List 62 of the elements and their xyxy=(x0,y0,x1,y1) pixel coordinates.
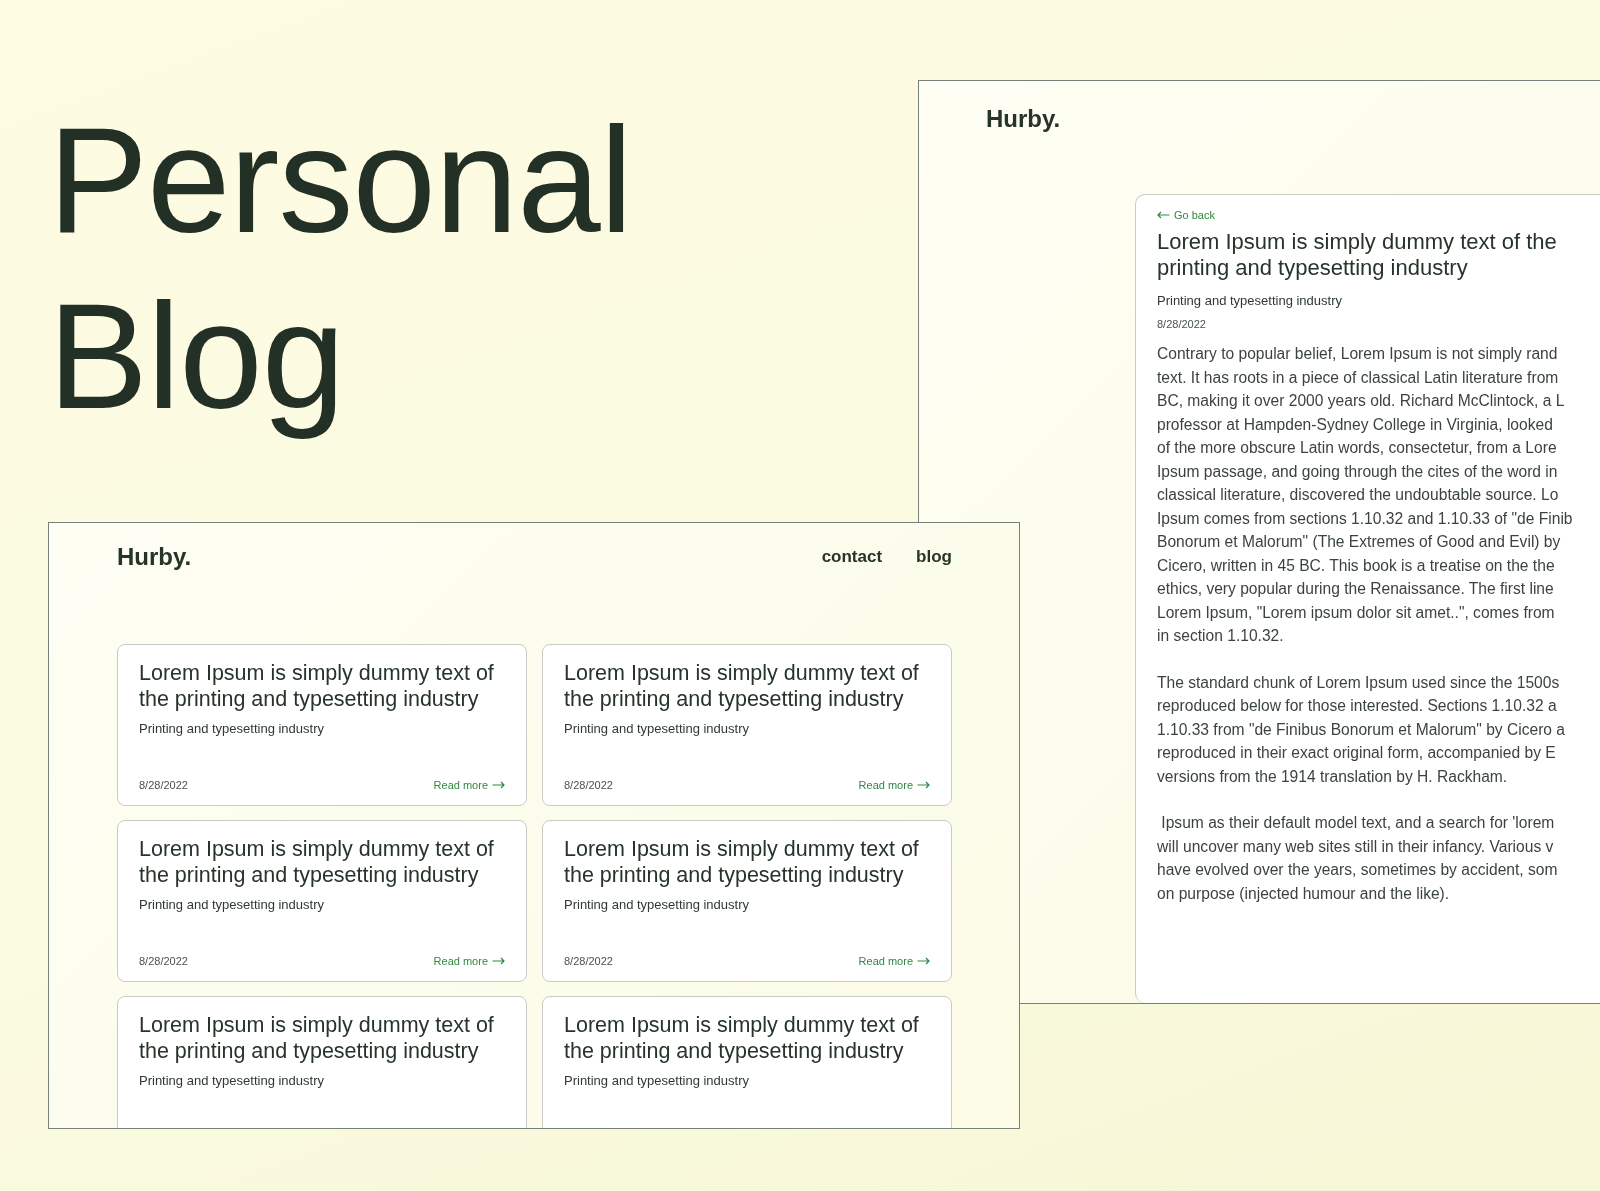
read-more-link[interactable]: Read more xyxy=(433,955,505,967)
article-text-line: professor at Hampden-Sydney College in Virginia, looked xyxy=(1157,414,1554,435)
post-title: Lorem Ipsum is simply dummy text of the printing and typesetting industry xyxy=(139,660,495,712)
article-text-line: text. It has roots in a piece of classical Latin literature from xyxy=(1157,367,1560,388)
site-logo: Hurby. xyxy=(117,543,192,571)
post-date: 8/28/2022 xyxy=(139,955,188,967)
arrow-right-icon xyxy=(917,957,930,965)
post-card[interactable]: Lorem Ipsum is simply dummy text of the printing and typesetting industry Printing and typesetting industry 8/28/2022 Read more xyxy=(542,644,952,806)
read-more-link[interactable]: Read more xyxy=(858,955,930,967)
read-more-link[interactable]: Read more xyxy=(858,779,930,791)
site-logo: Hurby. xyxy=(986,105,1062,133)
article-text-line: of the more obscure Latin words, consectetur, from a Lore xyxy=(1157,438,1558,458)
article-text-line: Lorem Ipsum, "Lorem ipsum dolor sit amet..", comes from xyxy=(1157,602,1556,623)
article-text-line: Bonorum et Malorum" (The Extremes of Good and Evil) by xyxy=(1157,532,1562,552)
article-text-line: in section 1.10.32. xyxy=(1157,626,1285,646)
article-text-line: ethics, very popular during the Renaissance. The first line xyxy=(1157,579,1555,599)
article-text-line: reproduced in their exact original form, accompanied by E xyxy=(1157,743,1557,763)
article-text-line: Ipsum comes from sections 1.10.32 and 1.10.33 of "de Finib xyxy=(1157,508,1574,529)
post-subtitle: Printing and typesetting industry xyxy=(139,1073,325,1088)
arrow-left-icon xyxy=(1157,211,1170,219)
post-title: Lorem Ipsum is simply dummy text of the printing and typesetting industry xyxy=(139,1012,495,1064)
article-text-line: Ipsum passage, and going through the cites of the word in xyxy=(1157,461,1559,482)
arrow-right-icon xyxy=(917,781,930,789)
post-card[interactable]: Lorem Ipsum is simply dummy text of the printing and typesetting industry Printing and typesetting industry 8/28/2022 Read more xyxy=(542,820,952,982)
article-text-line: have evolved over the years, sometimes by accident, som xyxy=(1157,860,1559,880)
post-title: Lorem Ipsum is simply dummy text of the printing and typesetting industry xyxy=(564,836,920,888)
page-headline: Personal Blog xyxy=(48,95,633,442)
post-subtitle: Printing and typesetting industry xyxy=(139,721,325,736)
post-date: 8/28/2022 xyxy=(564,955,613,967)
article-title: Lorem Ipsum is simply dummy text of the printing and typesetting industry xyxy=(1157,229,1558,281)
article-text-line: reproduced below for those interested. Sections 1.10.32 a xyxy=(1157,696,1558,716)
article-text-line: The standard chunk of Lorem Ipsum used since the 1500s xyxy=(1157,672,1561,693)
article-subtitle: Printing and typesetting industry xyxy=(1157,293,1343,308)
post-card[interactable]: Lorem Ipsum is simply dummy text of the printing and typesetting industry Printing and typesetting industry xyxy=(117,996,527,1128)
article-text-line: Contrary to popular belief, Lorem Ipsum is not simply rand xyxy=(1157,344,1559,364)
post-subtitle: Printing and typesetting industry xyxy=(564,1073,750,1088)
go-back-link[interactable]: Go back xyxy=(1157,209,1215,221)
post-subtitle: Printing and typesetting industry xyxy=(564,721,750,736)
arrow-right-icon xyxy=(492,781,505,789)
post-card[interactable]: Lorem Ipsum is simply dummy text of the printing and typesetting industry Printing and typesetting industry 8/28/2022 Read more xyxy=(117,820,527,982)
nav-link[interactable]: blog xyxy=(916,547,952,567)
post-title: Lorem Ipsum is simply dummy text of the printing and typesetting industry xyxy=(564,1012,920,1064)
arrow-right-icon xyxy=(492,957,505,965)
article-text-line: will uncover many web sites still in their infancy. Various v xyxy=(1157,836,1555,857)
article-text-line: BC, making it over 2000 years old. Richard McClintock, a L xyxy=(1157,391,1566,411)
post-card[interactable]: Lorem Ipsum is simply dummy text of the printing and typesetting industry Printing and typesetting industry 8/28/2022 Read more xyxy=(117,644,527,806)
nav-link[interactable]: contact xyxy=(821,547,883,567)
post-title: Lorem Ipsum is simply dummy text of the printing and typesetting industry xyxy=(139,836,495,888)
article-date: 8/28/2022 xyxy=(1157,318,1207,330)
post-date: 8/28/2022 xyxy=(564,779,613,791)
article-text-line: versions from the 1914 translation by H. Rackham. xyxy=(1157,766,1509,787)
post-subtitle: Printing and typesetting industry xyxy=(139,897,325,912)
read-more-link[interactable]: Read more xyxy=(433,779,505,791)
article-text-line: Cicero, written in 45 BC. This book is a treatise on the the xyxy=(1157,555,1556,576)
article-text-line: 1.10.33 from "de Finibus Bonorum et Malorum" by Cicero a xyxy=(1157,719,1567,740)
article-text-line: classical literature, discovered the undoubtable source. Lo xyxy=(1157,485,1560,505)
article-text-line: on purpose (injected humour and the like). xyxy=(1157,883,1451,904)
post-title: Lorem Ipsum is simply dummy text of the printing and typesetting industry xyxy=(564,660,920,712)
post-date: 8/28/2022 xyxy=(139,779,188,791)
article-text-line: Ipsum as their default model text, and a search for 'lorem xyxy=(1160,813,1556,833)
post-subtitle: Printing and typesetting industry xyxy=(564,897,750,912)
post-card[interactable]: Lorem Ipsum is simply dummy text of the printing and typesetting industry Printing and typesetting industry xyxy=(542,996,952,1128)
